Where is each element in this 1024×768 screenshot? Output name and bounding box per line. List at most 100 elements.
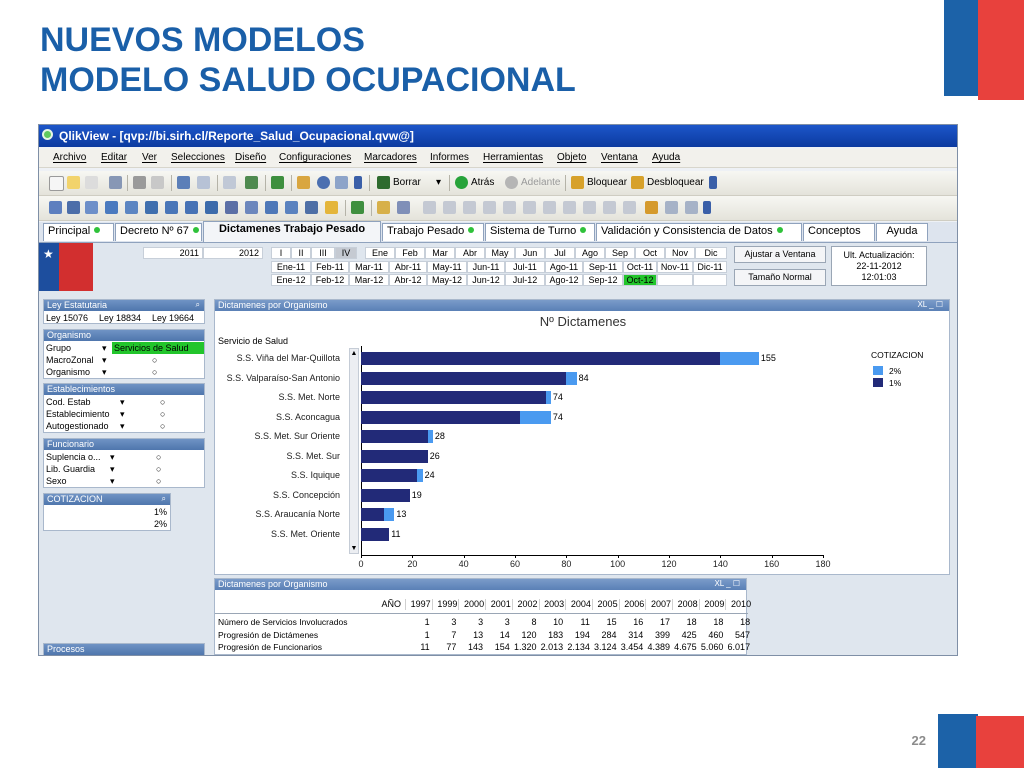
align-middle-icon[interactable] bbox=[503, 201, 516, 214]
month-sep[interactable]: Sep bbox=[605, 247, 635, 259]
report-icon[interactable] bbox=[351, 201, 364, 214]
period-jun-11[interactable]: Jun-11 bbox=[467, 261, 505, 273]
period-empty-2[interactable] bbox=[693, 274, 727, 286]
window-controls-icon[interactable]: XL _ ☐ bbox=[714, 579, 740, 588]
tab-conceptos[interactable]: Conceptos bbox=[803, 223, 875, 241]
line-object-icon[interactable] bbox=[265, 201, 278, 214]
grid-icon[interactable] bbox=[623, 201, 636, 214]
period-ene-12[interactable]: Ene-12 bbox=[271, 274, 311, 286]
period-feb-12[interactable]: Feb-12 bbox=[311, 274, 349, 286]
table-box-icon[interactable] bbox=[105, 201, 118, 214]
search-icon[interactable] bbox=[223, 176, 236, 189]
menu-marcadores[interactable]: Marcadores bbox=[364, 152, 417, 163]
establecimiento-field[interactable]: Establecimiento bbox=[46, 408, 110, 420]
button-object-icon[interactable] bbox=[245, 201, 258, 214]
tab-dictamenes-trabajo-pesado[interactable]: Dictamenes Trabajo Pesado bbox=[203, 221, 381, 242]
align-bottom-icon[interactable] bbox=[523, 201, 536, 214]
refresh-icon[interactable] bbox=[85, 176, 98, 189]
menu-selecciones[interactable]: Selecciones bbox=[171, 152, 225, 163]
help-icon[interactable] bbox=[317, 176, 330, 189]
quarter-i[interactable]: I bbox=[271, 247, 291, 259]
period-may-11[interactable]: May-11 bbox=[427, 261, 467, 273]
open-folder-icon[interactable] bbox=[67, 176, 80, 189]
year-2012[interactable]: 2012 bbox=[203, 247, 263, 259]
menu-ventana[interactable]: Ventana bbox=[601, 152, 638, 163]
macrozonal-field[interactable]: MacroZonal bbox=[46, 354, 94, 366]
period-jul-12[interactable]: Jul-12 bbox=[505, 274, 545, 286]
lib-guardia-field[interactable]: Lib. Guardia bbox=[46, 463, 95, 475]
month-jun[interactable]: Jun bbox=[515, 247, 545, 259]
tab-decreto-67[interactable]: Decreto Nº 67 bbox=[115, 223, 202, 241]
cotizacion-1[interactable]: 1% bbox=[154, 506, 167, 518]
search-object-icon[interactable] bbox=[285, 201, 298, 214]
year-2011[interactable]: 2011 bbox=[143, 247, 203, 259]
bookmark-object-icon[interactable] bbox=[325, 201, 338, 214]
month-ago[interactable]: Ago bbox=[575, 247, 605, 259]
context-help-icon[interactable] bbox=[335, 176, 348, 189]
chevron-down-icon[interactable]: ▾ bbox=[110, 451, 115, 463]
month-dic[interactable]: Dic bbox=[695, 247, 727, 259]
align-center-icon[interactable] bbox=[443, 201, 456, 214]
slider-object-icon[interactable] bbox=[305, 201, 318, 214]
chevron-down-icon[interactable]: ▾ bbox=[102, 366, 107, 378]
atras-button[interactable]: Atrás bbox=[471, 177, 494, 188]
borrar-button[interactable]: Borrar bbox=[393, 177, 421, 188]
month-ene[interactable]: Ene bbox=[365, 247, 395, 259]
month-feb[interactable]: Feb bbox=[395, 247, 425, 259]
cod-estab-field[interactable]: Cod. Estab bbox=[46, 396, 91, 408]
redo-icon[interactable] bbox=[197, 176, 210, 189]
chevron-down-icon[interactable]: ▾ bbox=[102, 342, 107, 354]
menu-ver[interactable]: Ver bbox=[142, 152, 157, 163]
chevron-down-icon[interactable]: ▾ bbox=[102, 354, 107, 366]
tab-validacion[interactable]: Validación y Consistencia de Datos bbox=[596, 223, 802, 241]
suplencia-field[interactable]: Suplencia o... bbox=[46, 451, 101, 463]
space-vertical-icon[interactable] bbox=[563, 201, 576, 214]
period-empty-1[interactable] bbox=[657, 274, 693, 286]
quarter-iii[interactable]: III bbox=[311, 247, 335, 259]
unlock-icon[interactable] bbox=[631, 176, 644, 189]
chevron-down-icon[interactable]: ▾ bbox=[110, 475, 115, 487]
tamano-normal-button[interactable]: Tamaño Normal bbox=[734, 269, 826, 286]
autogestionado-field[interactable]: Autogestionado bbox=[46, 420, 109, 432]
ley-18834[interactable]: Ley 18834 bbox=[99, 312, 141, 324]
tab-trabajo-pesado[interactable]: Trabajo Pesado bbox=[382, 223, 484, 241]
cotizacion-2[interactable]: 2% bbox=[154, 518, 167, 530]
search-icon[interactable]: ⌕ bbox=[196, 300, 200, 310]
sheet-icon[interactable] bbox=[49, 201, 62, 214]
forward-icon[interactable] bbox=[505, 176, 518, 189]
borrar-dropdown-icon[interactable]: ▾ bbox=[436, 177, 441, 188]
ajustar-ventana-button[interactable]: Ajustar a Ventana bbox=[734, 246, 826, 263]
period-oct-12[interactable]: Oct-12 bbox=[623, 274, 657, 286]
save-icon[interactable] bbox=[109, 176, 122, 189]
chevron-down-icon[interactable]: ▾ bbox=[110, 463, 115, 475]
format-painter-icon[interactable] bbox=[377, 201, 390, 214]
tab-ayuda[interactable]: Ayuda bbox=[876, 223, 928, 241]
adelante-button[interactable]: Adelante bbox=[521, 177, 560, 188]
chevron-down-icon[interactable]: ▾ bbox=[120, 396, 125, 408]
period-nov-11[interactable]: Nov-11 bbox=[657, 261, 693, 273]
listbox-icon[interactable] bbox=[85, 201, 98, 214]
period-mar-11[interactable]: Mar-11 bbox=[349, 261, 389, 273]
organismo-field[interactable]: Organismo bbox=[46, 366, 90, 378]
menu-editar[interactable]: Editar bbox=[101, 152, 127, 163]
quarter-ii[interactable]: II bbox=[291, 247, 311, 259]
toolbar-overflow-icon[interactable] bbox=[354, 176, 362, 189]
multibox-icon[interactable] bbox=[145, 201, 158, 214]
period-may-12[interactable]: May-12 bbox=[427, 274, 467, 286]
space-horizontal-icon[interactable] bbox=[543, 201, 556, 214]
period-sep-12[interactable]: Sep-12 bbox=[583, 274, 623, 286]
month-nov[interactable]: Nov bbox=[665, 247, 695, 259]
chevron-down-icon[interactable]: ▾ bbox=[120, 420, 125, 432]
new-file-icon[interactable] bbox=[49, 176, 64, 191]
menu-objeto[interactable]: Objeto bbox=[557, 152, 586, 163]
period-sep-11[interactable]: Sep-11 bbox=[583, 261, 623, 273]
menu-archivo[interactable]: Archivo bbox=[53, 152, 86, 163]
print-icon[interactable] bbox=[133, 176, 146, 189]
period-ene-11[interactable]: Ene-11 bbox=[271, 261, 311, 273]
period-ago-12[interactable]: Ago-12 bbox=[545, 274, 583, 286]
month-may[interactable]: May bbox=[485, 247, 515, 259]
chart-icon[interactable] bbox=[271, 176, 284, 189]
ley-15076[interactable]: Ley 15076 bbox=[46, 312, 88, 324]
period-mar-12[interactable]: Mar-12 bbox=[349, 274, 389, 286]
menu-herramientas[interactable]: Herramientas bbox=[483, 152, 543, 163]
